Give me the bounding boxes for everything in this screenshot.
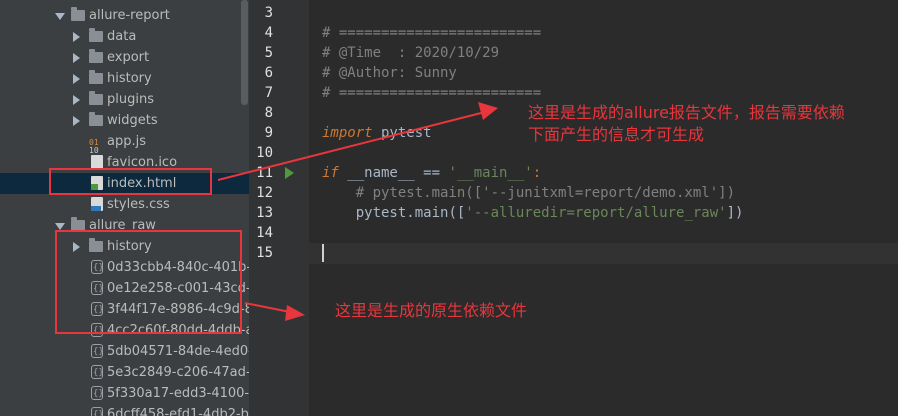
annotation-arrows [217,102,498,321]
note-text: 这里是生成的 [528,103,625,122]
arrowhead-icon [285,305,305,321]
annotation-note-raw: 这里是生成的原生依赖文件 [335,301,528,320]
note-text: 下面产生的信息才可生成 [528,125,705,144]
note-text: 报告文件，报告需要依赖 [668,103,845,122]
arrowhead-icon [478,102,498,120]
arrow-line [244,302,291,313]
annotation-note-report: 这里是生成的allure报告文件，报告需要依赖 下面产生的信息才可生成 [528,102,898,146]
note-text: allure [624,103,669,122]
arrow-line [217,111,486,181]
